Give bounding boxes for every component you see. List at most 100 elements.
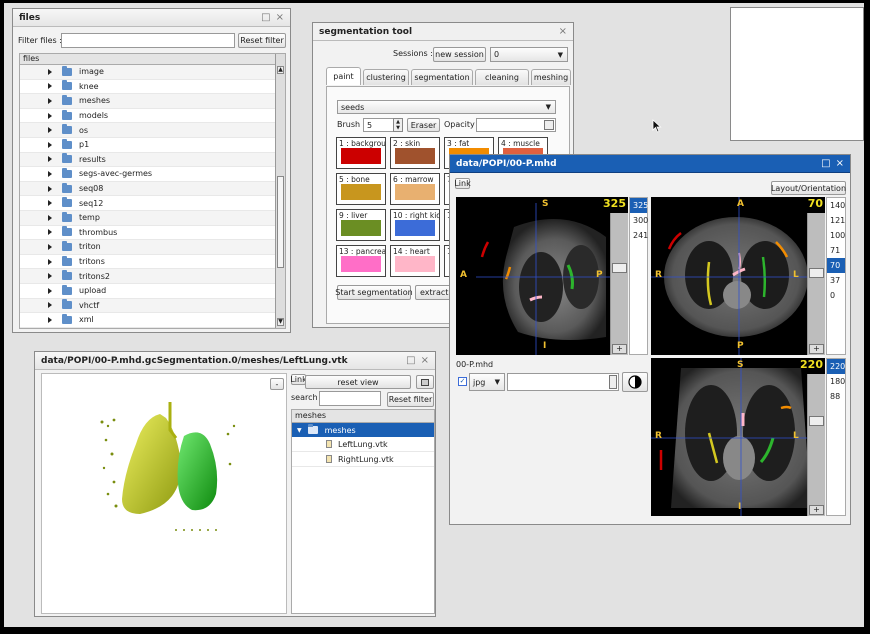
expand-arrow-icon[interactable] — [48, 156, 52, 163]
image-opacity-slider[interactable] — [507, 373, 619, 391]
label-cell[interactable]: 5 : bone — [336, 173, 386, 205]
label-cell[interactable]: 14 : heart — [390, 245, 440, 277]
mesh-3d-view[interactable]: - — [41, 373, 287, 614]
mesh-options-button[interactable] — [416, 375, 434, 389]
slice-item[interactable]: 241 — [630, 228, 648, 243]
expand-arrow-icon[interactable] — [48, 302, 52, 309]
tab-meshing[interactable]: meshing — [531, 69, 571, 85]
label-cell[interactable]: 2 : skin — [390, 137, 440, 169]
slice-item[interactable]: 37 — [827, 273, 845, 288]
mesh-zoom-out-button[interactable]: - — [270, 378, 284, 390]
expand-arrow-icon[interactable] — [48, 243, 52, 250]
coronal-view[interactable]: S I R L 220 + — [651, 358, 825, 516]
folder-row[interactable]: knee — [20, 80, 275, 95]
folder-row[interactable]: seq08 — [20, 181, 275, 197]
contrast-button[interactable] — [622, 372, 648, 392]
sagittal-slice-slider[interactable]: + — [610, 213, 628, 355]
slice-item[interactable]: 88 — [827, 389, 845, 404]
slice-item[interactable]: 220 — [827, 359, 845, 374]
axial-slice-slider[interactable]: + — [807, 213, 825, 355]
mesh-search-input[interactable] — [319, 391, 381, 406]
files-scroll-thumb[interactable] — [277, 176, 284, 268]
eraser-button[interactable]: Eraser — [407, 118, 440, 132]
slice-item[interactable]: 325 — [630, 198, 648, 213]
maximize-icon[interactable]: □ — [261, 12, 270, 23]
coronal-slider-thumb[interactable] — [809, 416, 824, 426]
viewer-link-checkbox[interactable]: Link — [454, 178, 471, 189]
folder-row[interactable]: xml — [20, 313, 275, 328]
label-cell[interactable]: 10 : right kidney — [390, 209, 440, 241]
expand-arrow-icon[interactable] — [48, 83, 52, 90]
folder-row[interactable]: temp — [20, 210, 275, 226]
tree-file-leftlung[interactable]: LeftLung.vtk — [292, 437, 434, 452]
folder-row[interactable]: p1 — [20, 138, 275, 153]
axial-view[interactable]: A P R L 70 + — [651, 197, 825, 355]
folder-row[interactable]: tritons2 — [20, 269, 275, 284]
expand-arrow-icon[interactable] — [48, 316, 52, 323]
expand-arrow-icon[interactable] — [48, 214, 52, 221]
folder-row[interactable]: tritons — [20, 255, 275, 270]
viewer-visible-checkbox[interactable]: ✓ — [458, 377, 467, 386]
session-select[interactable]: 0 ▼ — [490, 47, 568, 62]
slice-item[interactable]: 0 — [827, 288, 845, 303]
expand-arrow-icon[interactable] — [48, 127, 52, 134]
label-cell[interactable]: 13 : pancreas — [336, 245, 386, 277]
folder-row[interactable]: thrombus — [20, 226, 275, 241]
slice-item[interactable]: 180 — [827, 374, 845, 389]
folder-row[interactable]: vhctf — [20, 298, 275, 314]
sagittal-plus-button[interactable]: + — [612, 344, 627, 354]
paint-mode-select[interactable]: seeds ▼ — [337, 100, 556, 114]
scroll-up-icon[interactable]: ▲ — [277, 66, 284, 74]
expand-arrow-icon[interactable] — [48, 112, 52, 119]
coronal-plus-button[interactable]: + — [809, 505, 824, 515]
label-cell[interactable]: 6 : marrow — [390, 173, 440, 205]
maximize-icon[interactable]: □ — [406, 355, 415, 366]
sagittal-view[interactable]: S I A P 325 + — [456, 197, 628, 355]
scroll-down-icon[interactable]: ▼ — [277, 318, 284, 326]
folder-row[interactable]: image — [20, 65, 275, 80]
expand-arrow-icon[interactable] — [48, 229, 52, 236]
expand-arrow-icon[interactable] — [48, 170, 52, 177]
close-icon[interactable]: × — [559, 26, 567, 37]
slice-item[interactable]: 70 — [827, 258, 845, 273]
mesh-link-checkbox[interactable]: Link — [290, 374, 307, 385]
folder-row[interactable]: triton — [20, 240, 275, 255]
axial-slider-thumb[interactable] — [809, 268, 824, 278]
folder-row[interactable]: seq12 — [20, 196, 275, 211]
tab-clustering[interactable]: clustering — [363, 69, 409, 85]
mesh-window-titlebar[interactable]: data/POPI/00-P.mhd.gcSegmentation.0/mesh… — [35, 352, 435, 370]
reset-view-button[interactable]: reset view — [305, 375, 411, 389]
slice-item[interactable]: 300 — [630, 213, 648, 228]
tab-segmentation[interactable]: segmentation — [411, 69, 473, 85]
layout-orientation-button[interactable]: Layout/Orientation — [771, 181, 846, 195]
image-opacity-handle[interactable] — [609, 375, 617, 389]
maximize-icon[interactable]: □ — [821, 158, 830, 169]
expand-arrow-icon[interactable] — [48, 200, 52, 207]
folder-row[interactable]: os — [20, 123, 275, 138]
format-select[interactable]: jpg ▼ — [469, 373, 505, 391]
mesh-reset-filter-button[interactable]: Reset filter — [387, 392, 434, 407]
segmentation-window-titlebar[interactable]: segmentation tool × — [313, 23, 573, 41]
label-cell[interactable]: 1 : background — [336, 137, 386, 169]
slice-item[interactable]: 140 — [827, 198, 845, 213]
expand-arrow-icon[interactable] — [48, 185, 52, 192]
tab-paint[interactable]: paint — [326, 67, 361, 85]
viewer-window-titlebar[interactable]: data/POPI/00-P.mhd □ × — [450, 155, 850, 173]
close-icon[interactable]: × — [276, 12, 284, 23]
tab-cleaning[interactable]: cleaning — [475, 69, 529, 85]
files-reset-filter-button[interactable]: Reset filter — [238, 33, 286, 48]
expand-arrow-icon[interactable] — [48, 287, 52, 294]
expand-arrow-icon[interactable] — [48, 273, 52, 280]
coronal-slice-slider[interactable]: + — [807, 374, 825, 516]
slice-item[interactable]: 100 — [827, 228, 845, 243]
files-window-titlebar[interactable]: files □ × — [13, 9, 290, 27]
expand-arrow-icon[interactable] — [48, 258, 52, 265]
slice-item[interactable]: 121 — [827, 213, 845, 228]
tree-file-rightlung[interactable]: RightLung.vtk — [292, 452, 434, 467]
new-session-button[interactable]: new session — [433, 47, 486, 62]
sagittal-slider-thumb[interactable] — [612, 263, 627, 273]
folder-row[interactable]: upload — [20, 284, 275, 299]
opacity-slider-handle[interactable] — [544, 120, 554, 130]
close-icon[interactable]: × — [836, 158, 844, 169]
expand-arrow-icon[interactable] — [48, 68, 52, 75]
